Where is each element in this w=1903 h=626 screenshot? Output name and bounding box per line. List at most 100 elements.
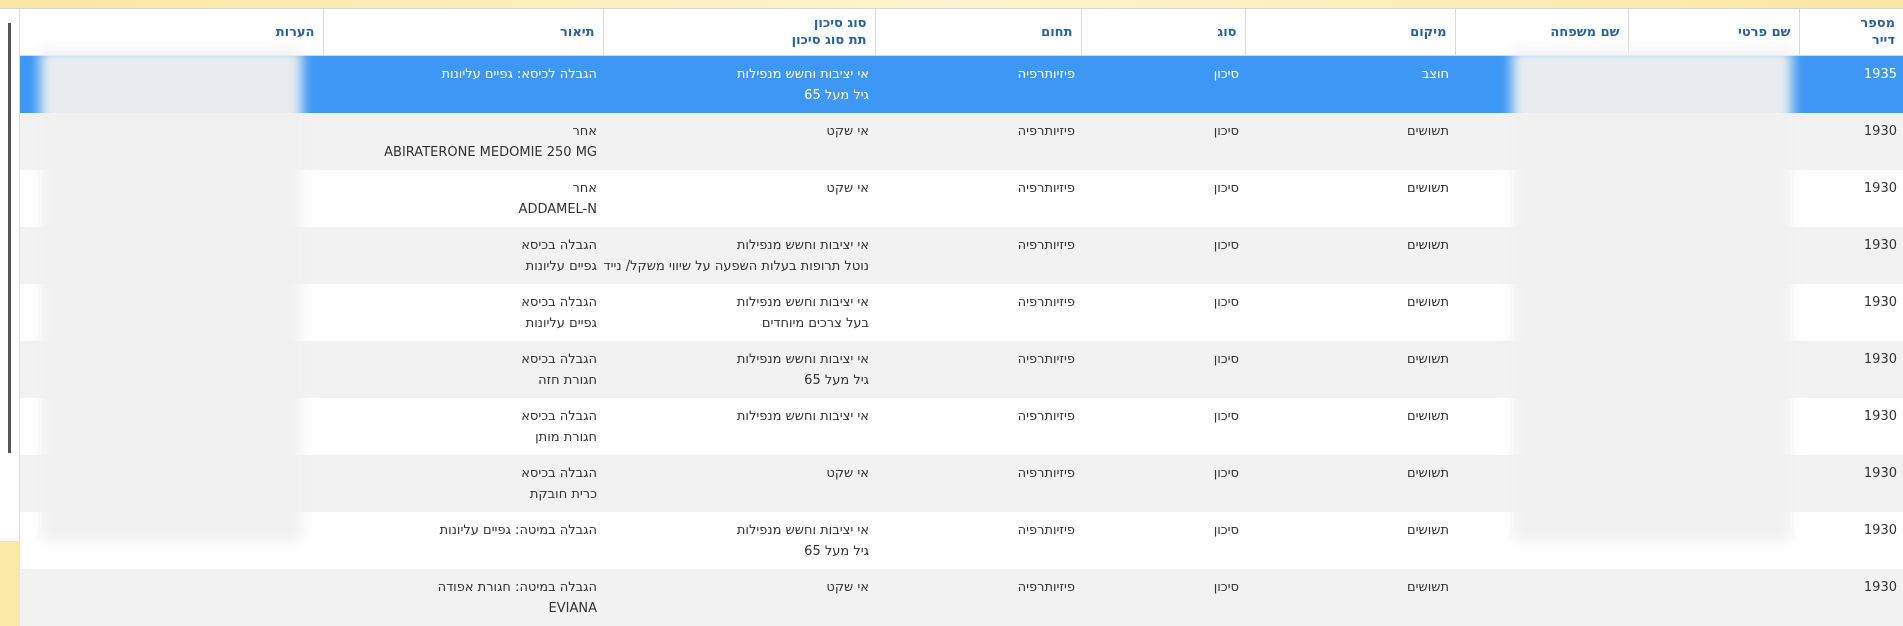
cell-notes: [20, 569, 323, 626]
cell-resident-id: 1930: [1799, 113, 1903, 170]
col-header-id-line2: דייר: [1871, 33, 1895, 48]
cell-location: תשושים: [1245, 227, 1455, 284]
cell-domain-line1: פיזיותרפיה: [1017, 238, 1075, 253]
cell-type-line1: סיכון: [1213, 466, 1239, 481]
cell-risk-type: אי יציבות וחשש מנפילות נוטל תרופות בעלות …: [603, 227, 875, 284]
cell-description: אחר ABIRATERONE MEDOMIE 250 MG: [323, 113, 603, 170]
cell-resident-id-line1: 1930: [1863, 409, 1897, 424]
cell-description-line2: גפיים עליונות: [525, 259, 597, 274]
cell-resident-id-line1: 1930: [1863, 466, 1897, 481]
col-header-risk-line1: סוג סיכון: [813, 16, 867, 31]
cell-resident-id: 1930: [1799, 170, 1903, 227]
cell-risk-type: אי יציבות וחשש מנפילות: [603, 398, 875, 455]
col-header-domain[interactable]: תחום: [874, 9, 1081, 56]
cell-risk-type-line2: גיל מעל 65: [804, 88, 869, 103]
cell-risk-type: אי יציבות וחשש מנפילות גיל מעל 65: [603, 55, 875, 113]
cell-risk-type-line2: בעל צרכים מיוחדים: [761, 316, 869, 331]
cell-description-line1: הגבלה בכיסא: [521, 409, 597, 424]
cell-location: תשושים: [1245, 170, 1455, 227]
cell-resident-id-line1: 1930: [1863, 238, 1897, 253]
col-header-description[interactable]: תיאור: [322, 9, 603, 56]
col-header-resident-id[interactable]: מספר דייר: [1798, 9, 1903, 56]
cell-risk-type-line1: אי שקט: [826, 181, 869, 196]
cell-resident-id-line1: 1930: [1863, 181, 1897, 196]
cell-type: סיכון: [1081, 569, 1245, 626]
cell-description-line2: חגורת חזה: [538, 373, 597, 388]
cell-risk-type: אי יציבות וחשש מנפילות בעל צרכים מיוחדים: [603, 284, 875, 341]
cell-risk-type-line1: אי יציבות וחשש מנפילות: [736, 238, 869, 253]
cell-description: הגבלה בכיסא גפיים עליונות: [323, 284, 603, 341]
cell-location-line1: תשושים: [1406, 181, 1449, 196]
vertical-scrollbar[interactable]: [8, 23, 11, 453]
cell-domain-line1: פיזיותרפיה: [1017, 181, 1075, 196]
cell-location: תשושים: [1245, 341, 1455, 398]
col-header-type[interactable]: סוג: [1080, 9, 1245, 56]
cell-risk-type-line1: אי שקט: [826, 466, 869, 481]
cell-resident-id-line1: 1930: [1863, 580, 1897, 595]
cell-domain-line1: פיזיותרפיה: [1017, 295, 1075, 310]
cell-risk-type-line1: אי יציבות וחשש מנפילות: [736, 352, 869, 367]
redacted-notes-area: [40, 49, 302, 541]
cell-risk-type-line1: אי יציבות וחשש מנפילות: [736, 295, 869, 310]
cell-description-line2: כרית חובקת: [529, 487, 597, 502]
cell-location: תשושים: [1245, 455, 1455, 512]
cell-resident-id: 1930: [1799, 512, 1903, 569]
cell-domain: פיזיותרפיה: [875, 55, 1081, 113]
cell-description-line1: אחר: [572, 181, 597, 196]
cell-type-line1: סיכון: [1213, 238, 1239, 253]
cell-risk-type: אי שקט: [603, 455, 875, 512]
cell-description: הגבלה במיטה: גפיים עליונות: [323, 512, 603, 569]
col-header-risk-type[interactable]: סוג סיכון תת סוג סיכון: [602, 9, 875, 56]
cell-domain-line1: פיזיותרפיה: [1017, 580, 1075, 595]
cell-location: תשושים: [1245, 512, 1455, 569]
cell-description-line2: גפיים עליונות: [525, 316, 597, 331]
cell-type: סיכון: [1081, 227, 1245, 284]
cell-resident-id-line1: 1930: [1863, 523, 1897, 538]
cell-description: הגבלה בכיסא כרית חובקת: [323, 455, 603, 512]
cell-domain: פיזיותרפיה: [875, 284, 1081, 341]
cell-type: סיכון: [1081, 284, 1245, 341]
table-row[interactable]: 1930 תשושים סיכון פיזיותרפיה אי שקט הגבלה במי…: [20, 569, 1903, 626]
cell-location-line1: חוצב: [1421, 67, 1449, 82]
cell-domain-line1: פיזיותרפיה: [1017, 409, 1075, 424]
cell-resident-id-line1: 1930: [1863, 352, 1897, 367]
cell-domain: פיזיותרפיה: [875, 512, 1081, 569]
cell-resident-id: 1930: [1799, 284, 1903, 341]
cell-risk-type-line1: אי שקט: [826, 580, 869, 595]
cell-risk-type-line1: אי שקט: [826, 124, 869, 139]
cell-risk-type: אי יציבות וחשש מנפילות גיל מעל 65: [603, 341, 875, 398]
cell-description-line2: EVIANA: [548, 601, 597, 616]
cell-location-line1: תשושים: [1406, 238, 1449, 253]
cell-risk-type-line1: אי יציבות וחשש מנפילות: [736, 67, 869, 82]
cell-resident-id: 1930: [1799, 455, 1903, 512]
redacted-names-area: [1512, 49, 1792, 541]
cell-domain: פיזיותרפיה: [875, 113, 1081, 170]
cell-description-line1: אחר: [572, 124, 597, 139]
cell-description-line2: חגורת מותן: [535, 430, 597, 445]
cell-description: הגבלה בכיסא חגורת חזה: [323, 341, 603, 398]
cell-type: סיכון: [1081, 113, 1245, 170]
cell-first-name: [1628, 569, 1799, 626]
cell-type-line1: סיכון: [1213, 295, 1239, 310]
cell-location-line1: תשושים: [1406, 409, 1449, 424]
window-top-strip: [0, 0, 1903, 8]
grid-frame: מספר דייר שם פרטי שם משפחה מיקום סוג תחום…: [0, 8, 1903, 626]
cell-location: תשושים: [1245, 398, 1455, 455]
cell-domain: פיזיותרפיה: [875, 170, 1081, 227]
cell-risk-type-line2: נוטל תרופות בעלות השפעה על שיווי משקל/ נ…: [603, 259, 869, 274]
cell-type-line1: סיכון: [1213, 523, 1239, 538]
cell-location: תשושים: [1245, 284, 1455, 341]
cell-risk-type-line2: גיל מעל 65: [804, 373, 869, 388]
cell-description-line1: הגבלה לכיסא: גפיים עליונות: [441, 67, 597, 82]
cell-description-line1: הגבלה בכיסא: [521, 352, 597, 367]
cell-domain-line1: פיזיותרפיה: [1017, 124, 1075, 139]
cell-description-line1: הגבלה במיטה: חגורת אפודה: [437, 580, 597, 595]
col-header-location[interactable]: מיקום: [1244, 9, 1455, 56]
cell-resident-id-line1: 1930: [1863, 295, 1897, 310]
cell-location: תשושים: [1245, 113, 1455, 170]
cell-type: סיכון: [1081, 512, 1245, 569]
cell-description: הגבלה במיטה: חגורת אפודה EVIANA: [323, 569, 603, 626]
cell-risk-type: אי שקט: [603, 170, 875, 227]
cell-description: הגבלה בכיסא חגורת מותן: [323, 398, 603, 455]
cell-type: סיכון: [1081, 55, 1245, 113]
